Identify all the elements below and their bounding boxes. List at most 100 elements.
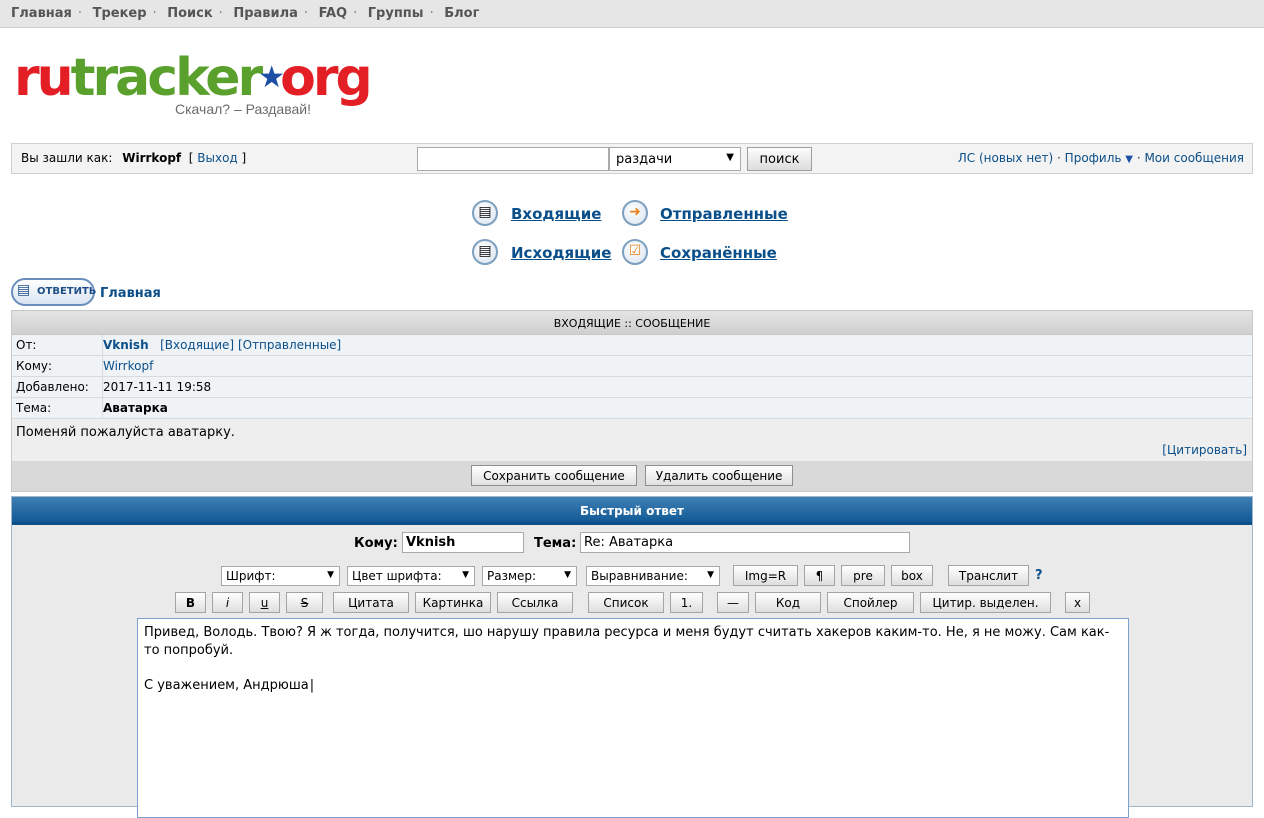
current-username[interactable]: Wirrkopf xyxy=(122,151,181,165)
user-links: ЛС (новых нет) · Профиль ▼ · Мои сообщен… xyxy=(957,151,1244,165)
my-messages-link[interactable]: Мои сообщения xyxy=(1144,151,1244,165)
message-panel: ВХОДЯЩИЕ :: СООБЩЕНИЕ От: Vknish [Входящ… xyxy=(11,310,1253,492)
profile-dropdown-icon[interactable]: ▼ xyxy=(1125,154,1133,165)
spoiler-button[interactable]: Спойлер xyxy=(827,592,914,613)
font-select-value: Шрифт: xyxy=(226,569,276,583)
quick-reply-header: Быстрый ответ xyxy=(12,497,1252,525)
message-to-row: Кому: Wirrkopf xyxy=(12,356,1252,377)
hr-button[interactable]: — xyxy=(717,592,749,613)
search-scope-select[interactable]: раздачи ▼ xyxy=(609,147,741,171)
reply-button[interactable]: ▤ ОТВЕТИТЬ xyxy=(11,278,97,306)
italic-button[interactable]: i xyxy=(212,592,243,613)
nav-search[interactable]: Поиск xyxy=(167,6,212,21)
search-input[interactable] xyxy=(417,147,609,171)
nav-groups[interactable]: Группы xyxy=(368,6,424,21)
pilcrow-button[interactable]: ¶ xyxy=(804,565,835,586)
qr-subject-label: Тема: xyxy=(534,536,577,551)
quote-button[interactable]: Цитата xyxy=(333,592,409,613)
delete-message-button[interactable]: Удалить сообщение xyxy=(645,465,794,486)
to-user-link[interactable]: Wirrkopf xyxy=(103,359,153,373)
align-select-value: Выравнивание: xyxy=(591,569,688,583)
message-text: Поменяй пожалуйста аватарку. xyxy=(16,425,235,440)
align-select[interactable]: Выравнивание: ▼ xyxy=(586,566,720,586)
message-actions: Сохранить сообщение Удалить сообщение xyxy=(12,461,1252,491)
outbox-icon: ▤ xyxy=(472,239,498,265)
dropdown-arrow-icon: ▼ xyxy=(564,570,571,580)
translit-button[interactable]: Транслит xyxy=(948,565,1029,586)
dropdown-arrow-icon: ▼ xyxy=(707,570,714,580)
img-right-button[interactable]: Img=R xyxy=(733,565,798,586)
message-header: ВХОДЯЩИЕ :: СООБЩЕНИЕ xyxy=(12,311,1252,335)
logo-org: org xyxy=(280,48,373,108)
to-label: Кому: xyxy=(12,356,103,376)
folder-inbox[interactable]: Входящие xyxy=(511,205,601,223)
qr-subject-input[interactable]: Re: Аватарка xyxy=(580,532,910,553)
code-button[interactable]: Код xyxy=(755,592,821,613)
box-button[interactable]: box xyxy=(891,565,933,586)
reply-textarea[interactable]: Привед, Володь. Твою? Я ж тогда, получит… xyxy=(137,618,1129,818)
message-subject-row: Тема: Аватарка xyxy=(12,398,1252,419)
breadcrumb-home[interactable]: Главная xyxy=(100,286,161,301)
site-logo[interactable]: rutracker★org Скачал? – Раздавай! xyxy=(14,48,374,128)
reply-icon: ▤ xyxy=(17,282,31,298)
help-link[interactable]: ? xyxy=(1035,568,1043,583)
pre-button[interactable]: pre xyxy=(841,565,885,586)
logout-link[interactable]: Выход xyxy=(197,151,237,165)
font-color-select[interactable]: Цвет шрифта: ▼ xyxy=(347,566,475,586)
message-date-row: Добавлено: 2017-11-11 19:58 xyxy=(12,377,1252,398)
reply-text-line-2: С уважением, Андрюша xyxy=(144,677,1122,695)
top-nav: Главная · Трекер · Поиск · Правила · FAQ · Гр… xyxy=(0,0,1264,28)
numbered-list-button[interactable]: 1. xyxy=(670,592,703,613)
close-tags-button[interactable]: x xyxy=(1065,592,1090,613)
star-icon: ★ xyxy=(258,60,285,95)
folder-saved[interactable]: Сохранённые xyxy=(660,244,777,262)
logo-slogan: Скачал? – Раздавай! xyxy=(175,101,311,117)
size-select[interactable]: Размер: ▼ xyxy=(482,566,577,586)
link-button[interactable]: Ссылка xyxy=(497,592,573,613)
from-inbox-link[interactable]: [Входящие] xyxy=(160,338,234,352)
save-message-button[interactable]: Сохранить сообщение xyxy=(470,465,637,486)
dropdown-arrow-icon: ▼ xyxy=(327,570,334,580)
inbox-icon: ▤ xyxy=(472,200,498,226)
quote-selection-button[interactable]: Цитир. выделен. xyxy=(920,592,1051,613)
profile-link[interactable]: Профиль xyxy=(1065,151,1122,165)
nav-rules[interactable]: Правила xyxy=(233,6,298,21)
dropdown-arrow-icon: ▼ xyxy=(462,570,469,580)
dropdown-arrow-icon: ▼ xyxy=(726,152,734,163)
nav-home[interactable]: Главная xyxy=(11,6,72,21)
size-select-value: Размер: xyxy=(487,569,537,583)
added-value: 2017-11-11 19:58 xyxy=(103,380,212,394)
picture-button[interactable]: Картинка xyxy=(415,592,491,613)
subject-label: Тема: xyxy=(12,398,103,418)
logo-tracker: tracker xyxy=(70,48,264,108)
from-user-link[interactable]: Vknish xyxy=(103,338,149,352)
sent-arrow-icon: ➜ xyxy=(622,200,648,226)
subject-value: Аватарка xyxy=(103,401,168,415)
strike-button[interactable]: S xyxy=(286,592,323,613)
from-label: От: xyxy=(12,335,103,355)
list-button[interactable]: Список xyxy=(588,592,664,613)
nav-tracker[interactable]: Трекер xyxy=(93,6,147,21)
underline-button[interactable]: u xyxy=(249,592,280,613)
font-select[interactable]: Шрифт: ▼ xyxy=(221,566,340,586)
nav-blog[interactable]: Блог xyxy=(444,6,479,21)
added-label: Добавлено: xyxy=(12,377,103,397)
search-button[interactable]: поиск xyxy=(747,147,812,171)
nav-faq[interactable]: FAQ xyxy=(319,6,348,21)
from-sent-link[interactable]: [Отправленные] xyxy=(238,338,341,352)
reply-text-line-1: Привед, Володь. Твою? Я ж тогда, получит… xyxy=(144,625,1110,658)
qr-to-input[interactable]: Vknish xyxy=(402,532,524,553)
pm-link[interactable]: ЛС (новых нет) xyxy=(958,151,1053,165)
qr-to-label: Кому: xyxy=(354,536,398,551)
saved-check-icon: ☑ xyxy=(622,239,648,265)
message-body: Поменяй пожалуйста аватарку. [Цитировать… xyxy=(12,419,1252,461)
quick-reply-panel: Быстрый ответ Кому: Vknish Тема: Re: Ава… xyxy=(11,496,1253,818)
reply-button-label: ОТВЕТИТЬ xyxy=(37,286,97,297)
logged-as-label: Вы зашли как: xyxy=(21,151,113,165)
quote-link[interactable]: [Цитировать] xyxy=(1162,443,1247,457)
font-color-value: Цвет шрифта: xyxy=(352,569,442,583)
bold-button[interactable]: B xyxy=(175,592,206,613)
login-info: Вы зашли как: Wirrkopf [ Выход ] xyxy=(21,151,247,165)
folder-outbox[interactable]: Исходящие xyxy=(511,244,611,262)
folder-sent[interactable]: Отправленные xyxy=(660,205,788,223)
